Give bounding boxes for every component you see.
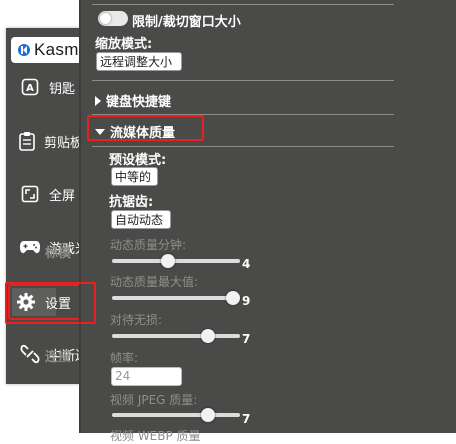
sidebar-item-label: 剪贴板 — [43, 135, 83, 151]
dynamic-quality-max-label: 动态质量最大值: — [110, 275, 199, 289]
settings-highlight-box — [5, 282, 96, 324]
divider — [92, 4, 394, 5]
lossless-label: 对待无损: — [110, 313, 163, 327]
sidebar-label-overflow: 连接 — [45, 350, 72, 365]
keyboard-shortcuts-section[interactable]: 键盘快捷键 — [95, 91, 171, 110]
slider-thumb[interactable] — [201, 408, 215, 422]
sidebar-label-overflow: 标模 — [45, 246, 72, 261]
dynamic-quality-min-value: 4 — [242, 257, 251, 271]
scale-mode-label: 缩放模式: — [95, 37, 153, 52]
kasm-logo-icon — [18, 44, 30, 56]
disconnect-icon — [17, 343, 43, 365]
dynamic-quality-min-label: 动态质量分钟: — [110, 238, 187, 252]
dynamic-quality-max-value: 9 — [242, 294, 251, 308]
clip-window-label: 限制/裁切窗口大小 — [132, 15, 241, 30]
video-jpeg-quality-label: 视频 JPEG 质量: — [110, 393, 198, 407]
video-jpeg-quality-slider[interactable] — [112, 408, 240, 422]
slider-track — [112, 334, 240, 338]
dynamic-quality-min-slider[interactable] — [112, 254, 240, 268]
slider-thumb[interactable] — [226, 291, 240, 305]
slider-track — [112, 259, 240, 263]
slider-thumb[interactable] — [161, 254, 175, 268]
lossless-slider[interactable] — [112, 329, 240, 343]
svg-text:A: A — [26, 83, 34, 94]
fullscreen-icon — [17, 183, 43, 205]
video-webp-quality-label: 视频 WEBP 质量 — [110, 429, 201, 443]
toggle-knob — [100, 13, 111, 24]
divider — [92, 80, 394, 81]
frame-rate-input[interactable]: 24 — [111, 367, 182, 386]
section-title: 键盘快捷键 — [106, 95, 172, 110]
scale-mode-select[interactable]: 远程调整大小 — [96, 52, 182, 71]
highlight-box — [87, 115, 204, 141]
slider-track — [112, 413, 240, 417]
sidebar-item-clipboard[interactable]: 剪贴板 — [11, 126, 83, 156]
video-jpeg-quality-value: 7 — [242, 412, 251, 426]
antialias-label: 抗锯齿: — [109, 195, 154, 210]
antialias-select[interactable]: 自动动态 — [111, 210, 171, 229]
slider-track — [112, 296, 240, 300]
frame-rate-label: 帧率: — [110, 351, 139, 365]
sidebar-item-label: 全屏 — [49, 188, 76, 204]
collapsed-arrow-icon — [95, 95, 101, 106]
preset-mode-select[interactable]: 中等的 — [111, 167, 158, 186]
preset-mode-label: 预设模式: — [109, 153, 167, 168]
lossless-value: 7 — [242, 332, 251, 346]
clip-window-toggle[interactable] — [98, 11, 128, 26]
clipboard-icon — [17, 130, 38, 152]
slider-thumb[interactable] — [201, 329, 215, 343]
logo-text: Kasm — [34, 40, 79, 59]
gamepad-icon — [17, 236, 43, 258]
sidebar-item-label: 钥匙 — [49, 81, 76, 97]
panel-edge — [79, 0, 81, 433]
keyboard-a-icon: A — [17, 76, 43, 98]
divider — [92, 146, 394, 147]
dynamic-quality-max-slider[interactable] — [112, 291, 240, 305]
